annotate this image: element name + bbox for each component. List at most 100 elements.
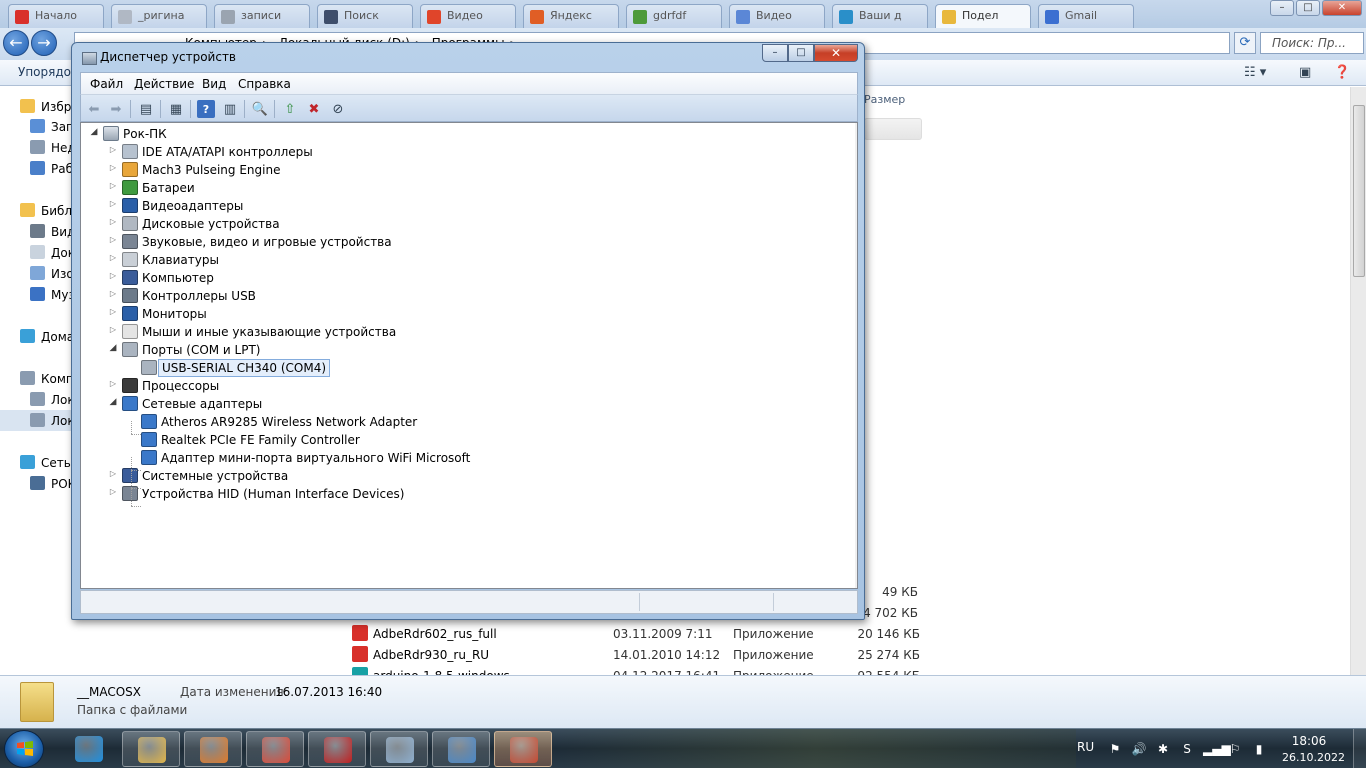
- scrollbar-thumb[interactable]: [1353, 105, 1365, 277]
- expand-arrow-icon[interactable]: ▷: [108, 469, 118, 478]
- expand-arrow-icon[interactable]: ▷: [108, 289, 118, 298]
- forward-icon[interactable]: ➡: [107, 100, 125, 118]
- network-icon[interactable]: ✱: [1155, 741, 1171, 757]
- nav-item[interactable]: Сеть: [0, 452, 72, 473]
- search-input[interactable]: Поиск: Пр...: [1260, 32, 1364, 54]
- nav-item[interactable]: Документы: [0, 242, 72, 263]
- expand-arrow-icon[interactable]: ▷: [108, 163, 118, 172]
- clock-time[interactable]: 18:06: [1286, 734, 1332, 748]
- device-category[interactable]: ▷ Контроллеры USB: [108, 287, 528, 305]
- language-indicator[interactable]: RU: [1077, 740, 1094, 754]
- minimize-button[interactable]: –: [762, 44, 788, 62]
- view-options-icon[interactable]: ☷ ▾: [1244, 65, 1266, 80]
- refresh-icon[interactable]: ⟳: [1234, 32, 1256, 54]
- file-row[interactable]: AdbeRdr602_rus_full 03.11.2009 7:11 Прилож…: [340, 623, 940, 644]
- expand-arrow-icon[interactable]: ▷: [108, 307, 118, 316]
- expand-arrow-icon[interactable]: ▷: [108, 181, 118, 190]
- menu-view[interactable]: Вид: [202, 77, 226, 91]
- forward-button[interactable]: →: [31, 30, 57, 56]
- nav-item[interactable]: Музыка: [0, 284, 72, 305]
- nav-item[interactable]: Локальный диск (C:): [0, 389, 72, 410]
- help-icon[interactable]: ❓: [1334, 65, 1350, 80]
- nav-item[interactable]: Компьютер: [0, 368, 72, 389]
- browser-tab[interactable]: Поиск: [317, 4, 413, 28]
- nav-item[interactable]: Рабочий стол: [0, 158, 72, 179]
- nav-item[interactable]: Избранное: [0, 96, 72, 117]
- device-category[interactable]: ▷ Mach3 Pulseing Engine: [108, 161, 528, 179]
- taskbar-app-button[interactable]: [308, 731, 366, 767]
- browser-tab[interactable]: Ваши д: [832, 4, 928, 28]
- browser-tab[interactable]: Видео: [420, 4, 516, 28]
- browser-tab[interactable]: Подел: [935, 4, 1031, 28]
- collapse-arrow-icon[interactable]: ◢: [108, 397, 118, 407]
- expand-arrow-icon[interactable]: ▷: [108, 145, 118, 154]
- update-driver-icon[interactable]: ⇧: [281, 100, 299, 118]
- browser-tab[interactable]: Gmail: [1038, 4, 1134, 28]
- uninstall-icon[interactable]: ✖: [305, 100, 323, 118]
- scan-hardware-icon[interactable]: 🔍: [251, 100, 269, 118]
- device-category[interactable]: ▷ Видеоадаптеры: [108, 197, 528, 215]
- expand-arrow-icon[interactable]: ▷: [108, 379, 118, 388]
- maximize-button[interactable]: □: [788, 44, 814, 62]
- expand-arrow-icon[interactable]: ▷: [108, 235, 118, 244]
- close-button[interactable]: ✕: [814, 44, 858, 62]
- device-category[interactable]: ◢ Сетевые адаптеры: [108, 395, 528, 413]
- action-center-icon[interactable]: ⚐: [1227, 741, 1243, 757]
- device-category[interactable]: ▷ Клавиатуры: [108, 251, 528, 269]
- taskbar-app-button[interactable]: [432, 731, 490, 767]
- menu-file[interactable]: Файл: [90, 77, 123, 91]
- device-item[interactable]: Realtek PCIe FE Family Controller: [127, 431, 547, 449]
- device-category[interactable]: ▷ Мониторы: [108, 305, 528, 323]
- browser-tab[interactable]: gdrfdf: [626, 4, 722, 28]
- preview-pane-icon[interactable]: ▣: [1299, 65, 1311, 80]
- battery-icon[interactable]: ▮: [1251, 741, 1267, 757]
- skype-icon[interactable]: S: [1179, 741, 1195, 757]
- nav-item[interactable]: Видео: [0, 221, 72, 242]
- nav-item[interactable]: РОК-ПК: [0, 473, 72, 494]
- taskbar-app-button[interactable]: [122, 731, 180, 767]
- device-category[interactable]: ▷ IDE ATA/ATAPI контроллеры: [108, 143, 528, 161]
- file-row[interactable]: arduino-1.8.5-windows04.12.2017 16:41При…: [340, 665, 940, 675]
- expand-arrow-icon[interactable]: ▷: [108, 199, 118, 208]
- properties-icon[interactable]: ▦: [167, 100, 185, 118]
- device-category[interactable]: ▷ Дисковые устройства: [108, 215, 528, 233]
- tree-view-icon[interactable]: ▤: [137, 100, 155, 118]
- nav-item[interactable]: Изображения: [0, 263, 72, 284]
- explorer-minimize-button[interactable]: –: [1270, 0, 1294, 16]
- collapse-arrow-icon[interactable]: ◢: [108, 343, 118, 353]
- details-icon[interactable]: ▥: [221, 100, 239, 118]
- device-category[interactable]: ▷ Звуковые, видео и игровые устройства: [108, 233, 528, 251]
- volume-icon[interactable]: 🔊: [1131, 741, 1147, 757]
- expand-arrow-icon[interactable]: ▷: [108, 487, 118, 496]
- device-category[interactable]: ▷ Процессоры: [108, 377, 528, 395]
- nav-item[interactable]: Недавние места: [0, 137, 72, 158]
- device-category[interactable]: ▷ Системные устройства: [108, 467, 528, 485]
- taskbar-app-button[interactable]: [246, 731, 304, 767]
- menu-action[interactable]: Действие: [134, 77, 194, 91]
- device-category[interactable]: ▷ Устройства HID (Human Interface Devices…: [108, 485, 528, 503]
- device-item[interactable]: USB-SERIAL CH340 (COM4): [127, 359, 547, 377]
- show-desktop-button[interactable]: [1353, 729, 1366, 768]
- clock-date[interactable]: 26.10.2022: [1282, 751, 1345, 764]
- back-button[interactable]: ←: [3, 30, 29, 56]
- device-item[interactable]: Адаптер мини-порта виртуального WiFi Mic…: [127, 449, 547, 467]
- expand-arrow-icon[interactable]: ▷: [108, 253, 118, 262]
- nav-item[interactable]: Загрузки: [0, 116, 72, 137]
- browser-tab[interactable]: Видео: [729, 4, 825, 28]
- taskbar-app-button[interactable]: [370, 731, 428, 767]
- explorer-maximize-button[interactable]: □: [1296, 0, 1320, 16]
- device-category[interactable]: ◢ Порты (COM и LPT): [108, 341, 528, 359]
- menu-help[interactable]: Справка: [238, 77, 291, 91]
- browser-tab[interactable]: _ригина: [111, 4, 207, 28]
- back-icon[interactable]: ⬅: [85, 100, 103, 118]
- flag-icon[interactable]: ⚑: [1107, 741, 1123, 757]
- disable-device-icon[interactable]: ⊘: [329, 100, 347, 118]
- nav-item[interactable]: Локальный диск (D:): [0, 410, 72, 431]
- tree-root[interactable]: ◢ Рок-ПК: [89, 125, 289, 143]
- taskbar-app-button[interactable]: [494, 731, 552, 767]
- expand-arrow-icon[interactable]: ▷: [108, 325, 118, 334]
- device-category[interactable]: ▷ Мыши и иные указывающие устройства: [108, 323, 528, 341]
- explorer-scrollbar[interactable]: [1350, 87, 1366, 675]
- expand-arrow-icon[interactable]: ▷: [108, 271, 118, 280]
- device-category[interactable]: ▷ Батареи: [108, 179, 528, 197]
